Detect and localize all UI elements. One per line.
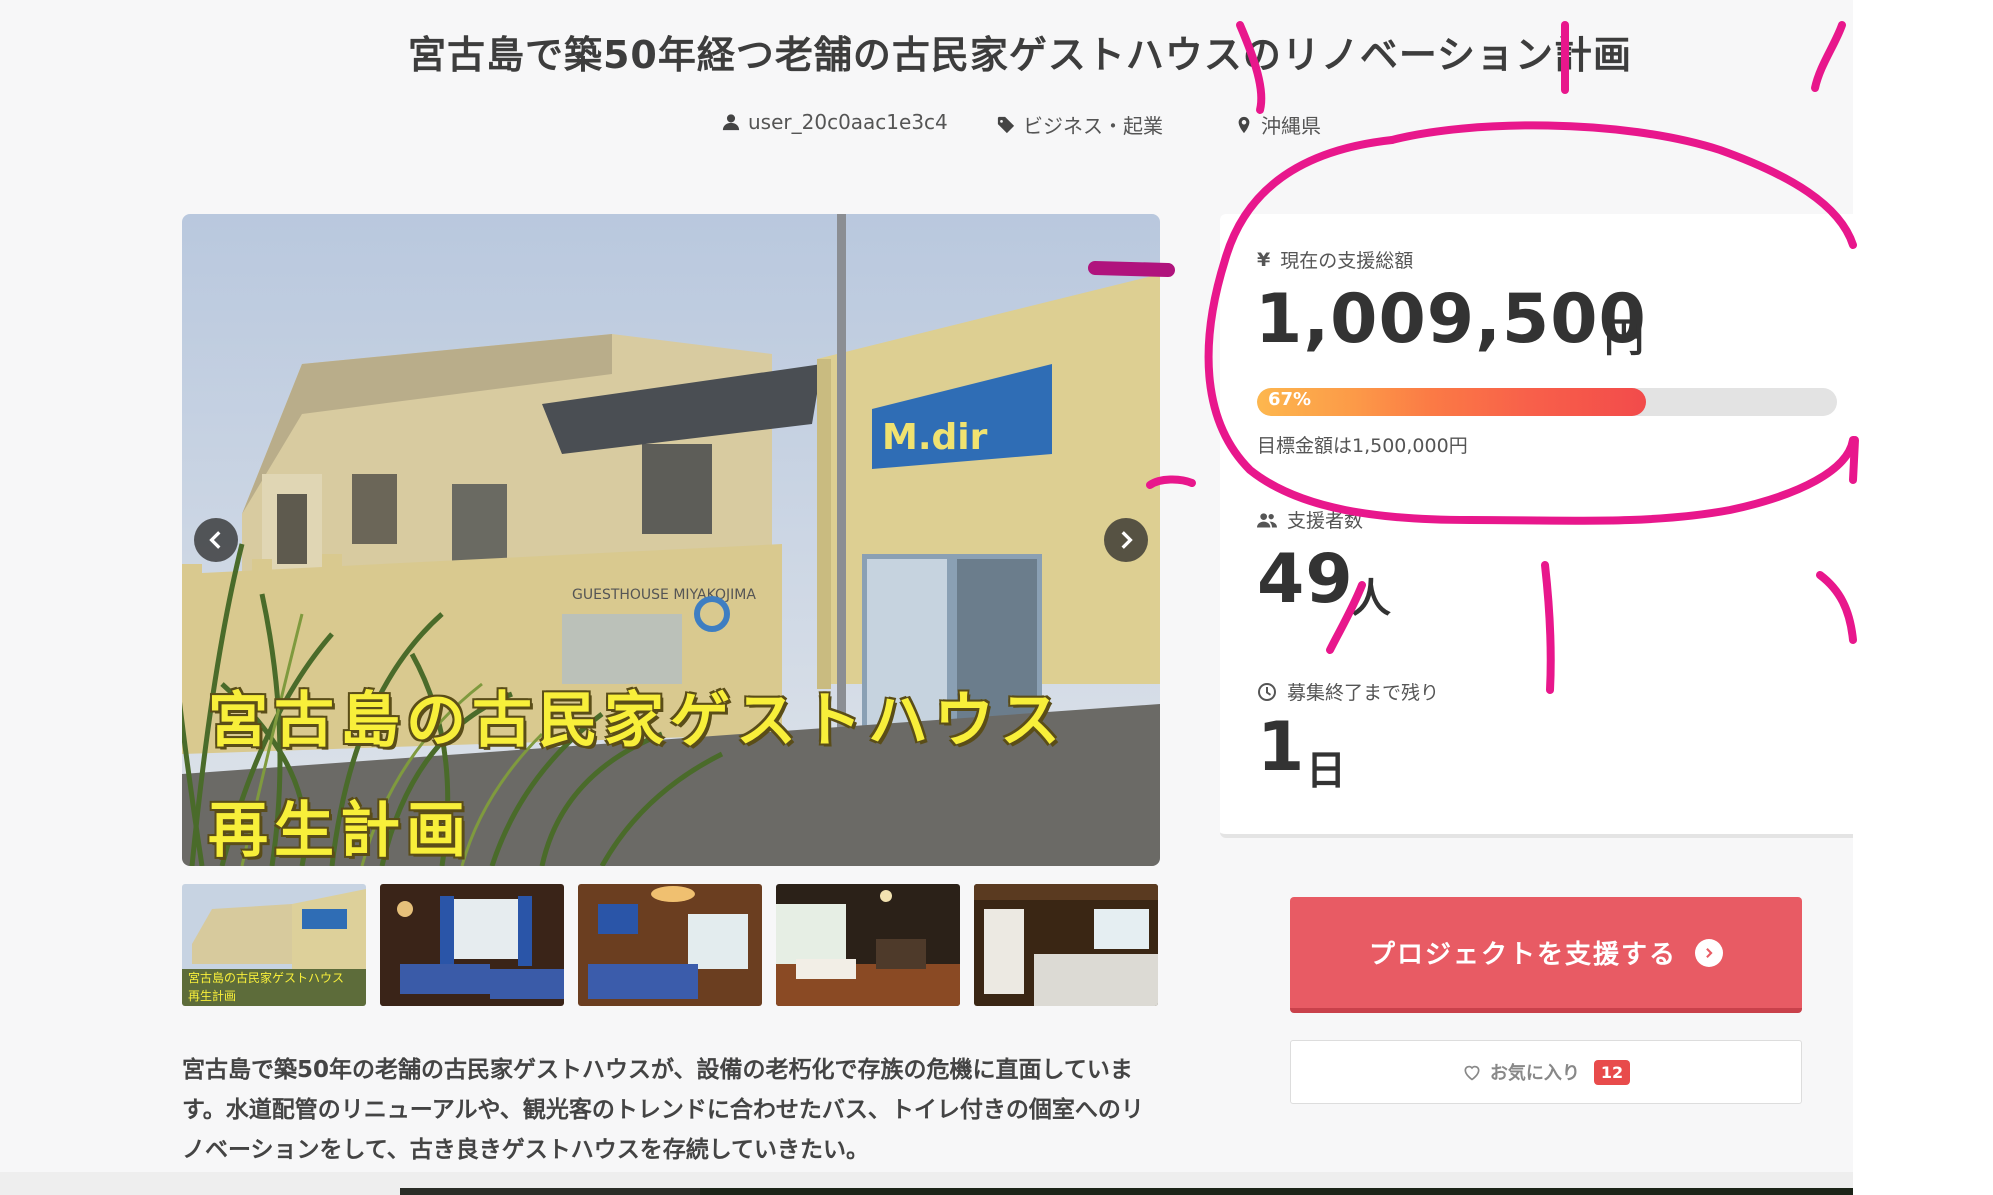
project-description: 宮古島で築50年の老舗の古民家ゲストハウスが、設備の老朽化で存族の危機に直面して… bbox=[182, 1057, 1144, 1163]
tag-icon bbox=[997, 116, 1015, 133]
author-name[interactable]: user_20c0aac1e3c4 bbox=[748, 110, 948, 134]
favorite-button[interactable]: お気に入り 12 bbox=[1290, 1040, 1802, 1104]
backers-count: 49 bbox=[1257, 540, 1354, 619]
funding-progress-fill bbox=[1257, 388, 1646, 416]
bottom-edge bbox=[0, 1172, 1853, 1195]
thumbnail-4[interactable] bbox=[776, 884, 960, 1006]
image-caption-line1: 宮古島の古民家ゲストハウス bbox=[208, 686, 1066, 756]
chevron-left-icon bbox=[209, 531, 221, 549]
remaining-unit: 日 bbox=[1306, 748, 1346, 794]
category-name[interactable]: ビジネス・起業 bbox=[1023, 110, 1163, 139]
total-amount-label: ¥ 現在の支援総額 bbox=[1257, 248, 1414, 273]
wall-sign-text: GUESTHOUSE MIYAKOJIMA bbox=[572, 587, 756, 603]
total-amount-value: 1,009,500 bbox=[1255, 280, 1647, 359]
arrow-right-circle-icon bbox=[1695, 938, 1723, 967]
chevron-right-icon bbox=[1121, 531, 1133, 549]
heart-icon bbox=[1464, 1065, 1480, 1081]
backers-label: 支援者数 bbox=[1257, 506, 1363, 533]
location-name[interactable]: 沖縄県 bbox=[1261, 110, 1321, 139]
backers-unit: 人 bbox=[1351, 576, 1391, 622]
main-project-image[interactable]: M.dir GUESTHOUSE MIYAKOJIMA bbox=[182, 214, 1160, 866]
map-pin-icon bbox=[1238, 116, 1250, 133]
image-caption-line2: 再生計画 bbox=[208, 796, 472, 866]
funding-progress-bar bbox=[1257, 388, 1837, 416]
thumbnail-3[interactable] bbox=[578, 884, 762, 1006]
goal-amount-text: 目標金額は1,500,000円 bbox=[1257, 435, 1468, 457]
guesthouse-photo: M.dir GUESTHOUSE MIYAKOJIMA bbox=[182, 214, 1160, 866]
favorite-count-badge: 12 bbox=[1593, 1059, 1631, 1085]
category-meta[interactable]: ビジネス・起業 bbox=[997, 110, 1163, 139]
location-meta[interactable]: 沖縄県 bbox=[1235, 110, 1321, 139]
author-meta[interactable]: user_20c0aac1e3c4 bbox=[722, 110, 948, 134]
support-button-label: プロジェクトを支援する bbox=[1368, 940, 1677, 970]
thumbnail-1[interactable]: 宮古島の古民家ゲストハウス 再生計画 bbox=[182, 884, 366, 1006]
carousel-next-button[interactable] bbox=[1104, 518, 1148, 562]
users-icon bbox=[1257, 512, 1277, 527]
favorite-label: お気に入り bbox=[1489, 1063, 1580, 1084]
total-amount-unit: 円 bbox=[1604, 315, 1644, 361]
sign-text: M.dir bbox=[882, 417, 988, 458]
yen-icon: ¥ bbox=[1257, 248, 1271, 271]
user-icon bbox=[722, 114, 740, 131]
support-project-button[interactable]: プロジェクトを支援する bbox=[1290, 897, 1802, 1013]
thumb-caption-line2: 再生計画 bbox=[188, 988, 236, 1003]
project-title: 宮古島で築50年経つ老舗の古民家ゲストハウスのリノベーション計画 bbox=[407, 33, 1633, 77]
funding-progress-percent: 67% bbox=[1268, 389, 1312, 410]
thumbnail-5[interactable] bbox=[974, 884, 1158, 1006]
clock-icon bbox=[1258, 682, 1276, 701]
thumb-caption-line1: 宮古島の古民家ゲストハウス bbox=[188, 970, 344, 985]
carousel-prev-button[interactable] bbox=[194, 518, 238, 562]
thumbnail-2[interactable] bbox=[380, 884, 564, 1006]
remaining-count: 1 bbox=[1257, 708, 1306, 787]
remaining-label: 募集終了まで残り bbox=[1257, 678, 1439, 705]
